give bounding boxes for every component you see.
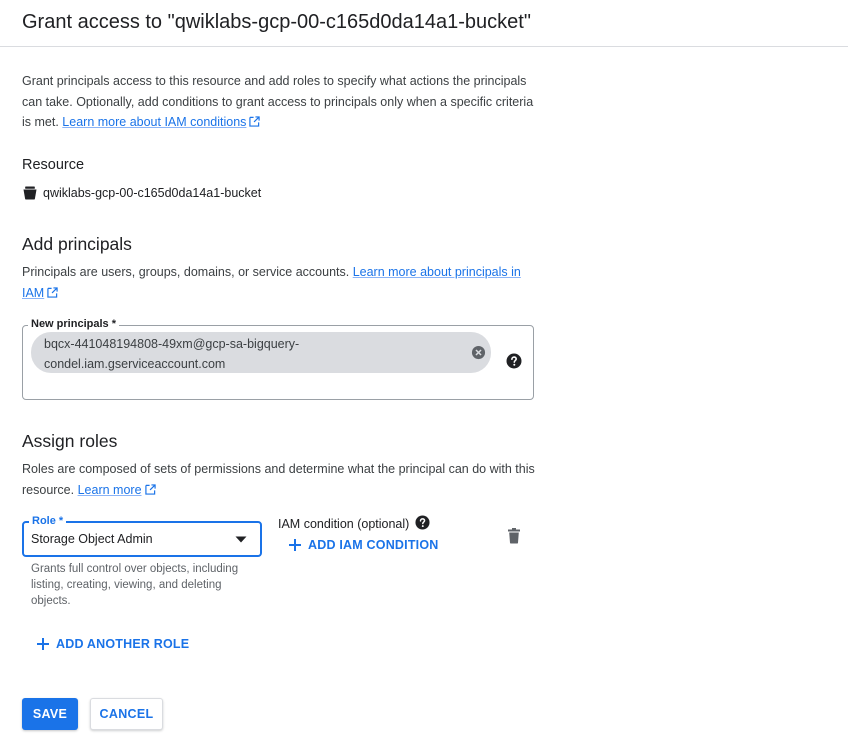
- principal-chip-line2: condel.iam.gserviceaccount.com: [44, 357, 226, 371]
- principal-chip-line1: bqcx-441048194808-49xm@gcp-sa-bigquery-: [44, 337, 300, 351]
- role-description-hint: Grants full control over objects, includ…: [31, 563, 239, 607]
- external-link-icon: [249, 116, 261, 127]
- assign-roles-title: Assign roles: [22, 431, 118, 451]
- principals-description-text: Principals are users, groups, domains, o…: [22, 265, 353, 279]
- remove-chip-icon[interactable]: [471, 345, 486, 360]
- page-title: Grant access to "qwiklabs-gcp-00-c165d0d…: [22, 11, 531, 33]
- external-link-icon: [144, 484, 156, 495]
- condition-help-icon[interactable]: [415, 515, 430, 530]
- plus-icon: [37, 638, 49, 650]
- new-principals-label: New principals *: [28, 318, 119, 330]
- external-link-icon: [47, 287, 58, 298]
- resource-row: qwiklabs-gcp-00-c165d0da14a1-bucket: [22, 183, 261, 203]
- dropdown-arrow-icon[interactable]: [235, 536, 247, 543]
- cancel-button[interactable]: CANCEL: [90, 698, 163, 730]
- bucket-icon: [23, 186, 37, 200]
- principals-description: Principals are users, groups, domains, o…: [22, 262, 542, 304]
- add-another-role-button[interactable]: ADD ANOTHER ROLE: [36, 637, 189, 651]
- dialog-header: Grant access to "qwiklabs-gcp-00-c165d0d…: [0, 0, 848, 47]
- delete-role-icon[interactable]: [506, 527, 522, 544]
- add-principals-title: Add principals: [22, 234, 132, 254]
- learn-more-roles-link[interactable]: Learn more: [78, 483, 156, 497]
- add-iam-condition-label: ADD IAM CONDITION: [308, 538, 439, 552]
- add-iam-condition-button[interactable]: ADD IAM CONDITION: [288, 538, 438, 552]
- role-selected-value: Storage Object Admin: [31, 532, 153, 546]
- add-another-role-label: ADD ANOTHER ROLE: [56, 637, 190, 651]
- plus-icon: [289, 539, 301, 551]
- resource-name: qwiklabs-gcp-00-c165d0da14a1-bucket: [43, 186, 262, 200]
- learn-more-iam-conditions-link[interactable]: Learn more about IAM conditions: [62, 115, 261, 129]
- roles-link-label: Learn more: [77, 483, 142, 497]
- role-label: Role *: [29, 515, 67, 527]
- help-icon[interactable]: [506, 353, 522, 369]
- save-button[interactable]: SAVE: [22, 698, 78, 730]
- iam-conditions-link-label: Learn more about IAM conditions: [62, 115, 247, 129]
- principal-chip[interactable]: bqcx-441048194808-49xm@gcp-sa-bigquery- …: [31, 332, 491, 373]
- roles-description: Roles are composed of sets of permission…: [22, 459, 542, 501]
- resource-heading: Resource: [22, 157, 85, 173]
- intro-text: Grant principals access to this resource…: [22, 71, 542, 133]
- iam-condition-label: IAM condition (optional): [278, 517, 410, 531]
